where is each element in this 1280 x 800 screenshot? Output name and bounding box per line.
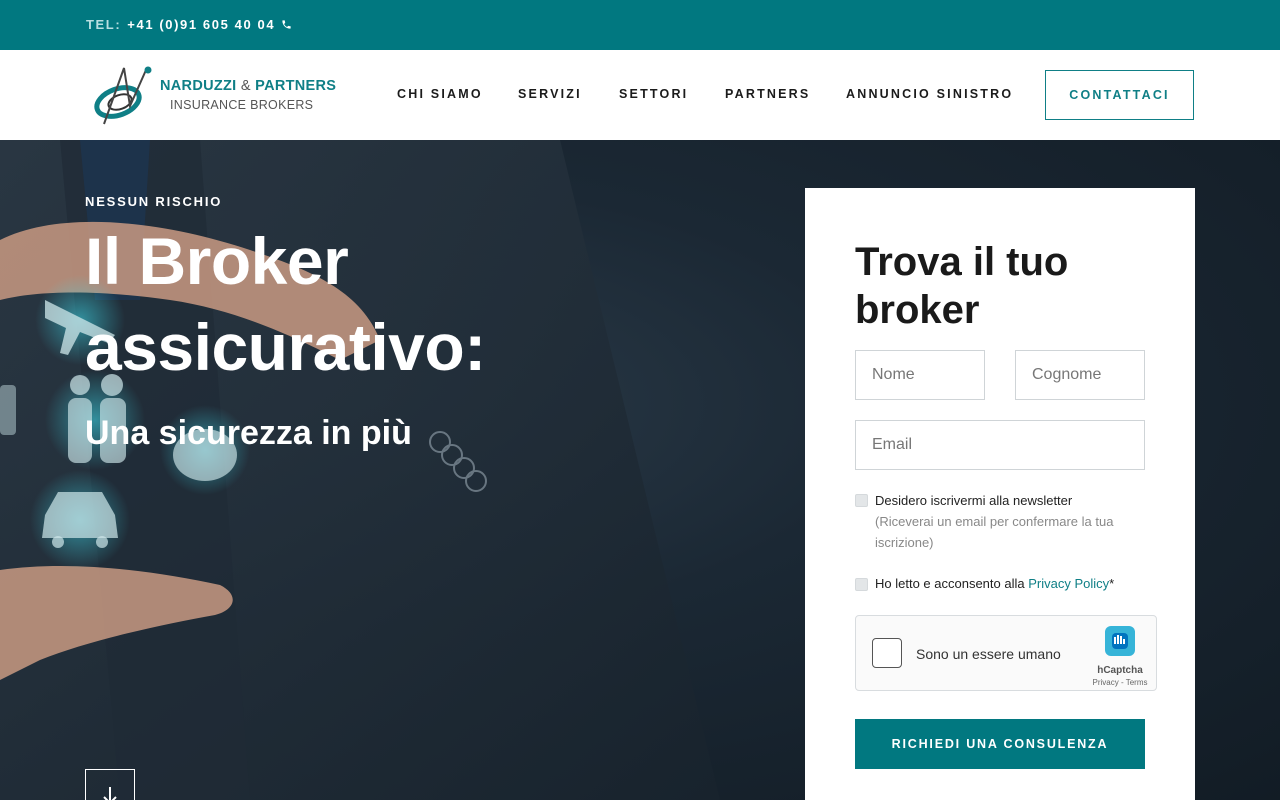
newsletter-note: (Riceverai un email per confermare la tu… xyxy=(875,514,1114,550)
nome-input[interactable]: Nome xyxy=(855,350,985,400)
nav-settori[interactable]: SETTORI xyxy=(619,87,688,101)
logo-mark-icon xyxy=(94,66,152,125)
logo[interactable]: NARDUZZI & PARTNERS INSURANCE BROKERS xyxy=(90,62,336,128)
captcha-checkbox[interactable] xyxy=(872,638,902,668)
hero-title: Il Broker assicurativo: xyxy=(85,218,486,390)
privacy-policy-link[interactable]: Privacy Policy xyxy=(1028,576,1109,591)
privacy-prefix: Ho letto e acconsento alla xyxy=(875,576,1025,591)
privacy-required-mark: * xyxy=(1109,576,1115,591)
captcha-brand: hCaptcha Privacy - Terms xyxy=(1088,624,1152,687)
nav-annuncio-sinistro[interactable]: ANNUNCIO SINISTRO xyxy=(846,87,1013,101)
site-header: NARDUZZI & PARTNERS INSURANCE BROKERS CH… xyxy=(0,50,1280,140)
logo-amp: & xyxy=(240,78,251,94)
logo-name: NARDUZZI & PARTNERS xyxy=(160,78,336,94)
hcaptcha-widget: Sono un essere umano hCaptcha Privacy - … xyxy=(855,615,1157,691)
nav-servizi[interactable]: SERVIZI xyxy=(518,87,582,101)
captcha-brand-name: hCaptcha xyxy=(1097,665,1143,676)
privacy-checkbox[interactable] xyxy=(855,578,868,591)
tel-label: TEL: xyxy=(86,17,122,32)
logo-sub: INSURANCE BROKERS xyxy=(170,98,314,112)
top-bar: TEL: +41 (0)91 605 40 04 xyxy=(0,0,1280,50)
phone-icon xyxy=(282,20,291,29)
nav-partners[interactable]: PARTNERS xyxy=(725,87,810,101)
email-input[interactable]: Email xyxy=(855,420,1145,470)
captcha-terms-link[interactable]: Privacy - Terms xyxy=(1088,678,1152,687)
privacy-label: Ho letto e acconsento alla Privacy Polic… xyxy=(875,573,1114,594)
logo-name-a: NARDUZZI xyxy=(160,78,237,94)
form-title: Trova il tuo broker xyxy=(855,240,1069,332)
hero-title-line2: assicurativo: xyxy=(85,310,486,384)
tel-number: +41 (0)91 605 40 04 xyxy=(127,17,276,32)
hero: NESSUN RISCHIO Il Broker assicurativo: U… xyxy=(0,140,1280,800)
hero-eyebrow: NESSUN RISCHIO xyxy=(85,194,223,209)
scroll-down-button[interactable] xyxy=(85,769,135,800)
phone-link[interactable]: TEL: +41 (0)91 605 40 04 xyxy=(86,17,292,32)
cognome-input[interactable]: Cognome xyxy=(1015,350,1145,400)
newsletter-checkbox[interactable] xyxy=(855,494,868,507)
contact-button[interactable]: CONTATTACI xyxy=(1045,70,1194,120)
hero-subtitle: Una sicurezza in più xyxy=(85,414,412,452)
logo-name-b: PARTNERS xyxy=(255,78,337,94)
hcaptcha-logo-icon xyxy=(1105,626,1135,656)
submit-button[interactable]: RICHIEDI UNA CONSULENZA xyxy=(855,719,1145,769)
newsletter-label: Desidero iscrivermi alla newsletter xyxy=(875,493,1073,508)
nav-chi-siamo[interactable]: CHI SIAMO xyxy=(397,87,483,101)
hero-title-line1: Il Broker xyxy=(85,224,349,298)
captcha-label: Sono un essere umano xyxy=(916,646,1061,662)
broker-form-card: Trova il tuo broker Nome Cognome Email D… xyxy=(805,188,1195,800)
arrow-down-icon xyxy=(103,787,117,800)
